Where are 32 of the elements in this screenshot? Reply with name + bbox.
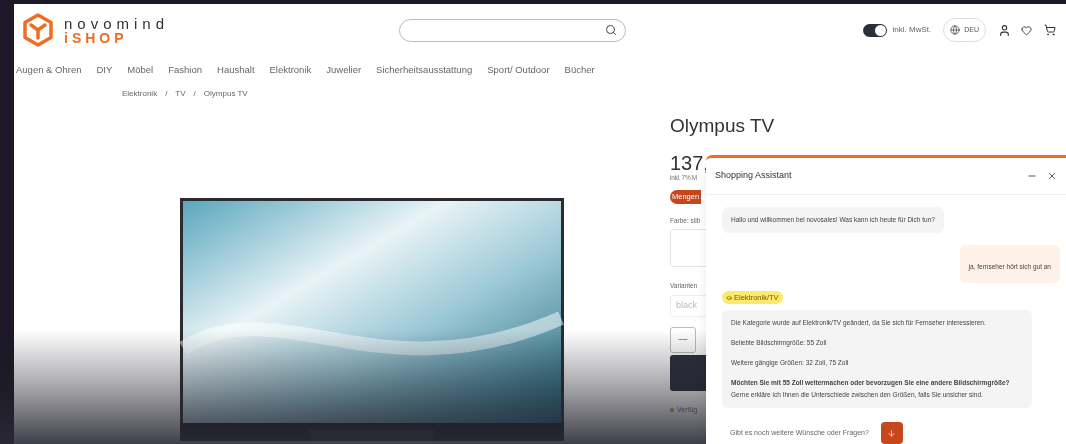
product-title: Olympus TV: [670, 114, 775, 138]
nav-link[interactable]: Bücher: [564, 62, 595, 78]
tax-toggle[interactable]: [862, 23, 887, 37]
logo-wordmark: novomind: [64, 15, 170, 31]
cart-icon[interactable]: [1044, 24, 1056, 36]
nav-link[interactable]: Haushalt: [217, 62, 255, 78]
cap-icon: [726, 294, 732, 301]
breadcrumb-link[interactable]: Olympus TV: [203, 88, 248, 100]
nav-link[interactable]: Augen & Ohren: [16, 62, 82, 78]
nav-link[interactable]: Juwelier: [326, 62, 362, 78]
breadcrumb-link[interactable]: TV: [175, 88, 186, 100]
breadcrumb-separator: /: [193, 88, 196, 100]
nav-link[interactable]: Möbel: [127, 62, 154, 78]
logo-subtitle: iSHOP: [64, 30, 129, 45]
breadcrumb-separator: /: [165, 88, 168, 100]
nav-link[interactable]: Fashion: [168, 62, 203, 78]
account-icon[interactable]: [998, 23, 1011, 37]
logo-icon: [22, 13, 54, 47]
chat-title: Shopping Assistant: [715, 169, 792, 183]
breadcrumb-link[interactable]: Elektronik: [122, 88, 158, 100]
tax-label: inkl. MwSt.: [892, 24, 932, 36]
nav-link[interactable]: Sicherheitsausstattung: [376, 62, 473, 78]
wishlist-icon[interactable]: [1021, 24, 1032, 36]
scroll-down-button[interactable]: [880, 422, 903, 444]
globe-icon: [950, 25, 961, 35]
nav-link[interactable]: Elektronik: [269, 62, 312, 78]
search-icon: [605, 24, 618, 36]
nav-link[interactable]: Sport/ Outdoor: [487, 62, 550, 78]
close-icon[interactable]: [1047, 171, 1057, 181]
arrow-down-icon: [887, 428, 897, 438]
nav-link[interactable]: DIY: [96, 62, 113, 78]
price: 137,: [670, 152, 709, 173]
